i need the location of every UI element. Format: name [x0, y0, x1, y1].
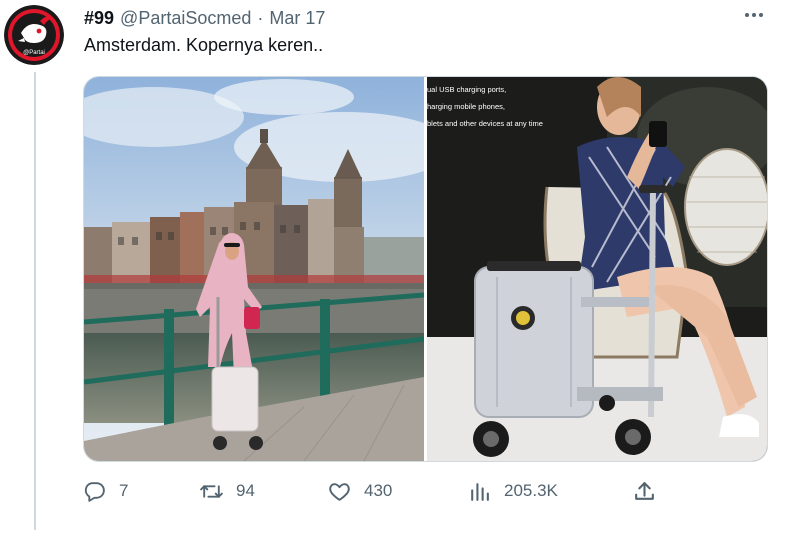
- photo-scooter-ad[interactable]: ual USB charging ports, harging mobile p…: [427, 77, 767, 461]
- like-icon: [329, 482, 350, 501]
- reply-icon: [84, 481, 105, 502]
- like-count: 430: [364, 481, 393, 500]
- thread-line: [34, 72, 36, 530]
- views-button[interactable]: 205.3K: [467, 476, 558, 506]
- retweet-button[interactable]: 94: [199, 476, 255, 506]
- avatar[interactable]: @Partai: [4, 5, 64, 65]
- separator-dot: ·: [257, 7, 264, 28]
- action-bar: 7 94 430 205.3K: [80, 476, 680, 506]
- tweet-date[interactable]: Mar 17: [269, 8, 325, 29]
- views-count: 205.3K: [504, 481, 558, 500]
- retweet-icon: [200, 484, 223, 498]
- tweet-text: Amsterdam. Kopernya keren..: [84, 35, 324, 55]
- avatar-label: @Partai: [23, 50, 45, 56]
- photo-amsterdam-image: [84, 77, 424, 461]
- ad-caption-line-1: ual USB charging ports,: [427, 85, 507, 94]
- retweet-count: 94: [236, 481, 255, 500]
- user-handle[interactable]: @PartaiSocmed: [120, 8, 251, 29]
- reply-button[interactable]: 7: [82, 476, 128, 506]
- share-button[interactable]: [632, 476, 657, 506]
- ad-caption-line-3: blets and other devices at any time: [427, 119, 543, 128]
- photo-amsterdam[interactable]: [84, 77, 424, 461]
- reply-count: 7: [119, 481, 129, 500]
- photo-scooter-ad-image: [427, 77, 767, 461]
- like-button[interactable]: 430: [327, 476, 392, 506]
- more-icon: [745, 13, 763, 17]
- ad-caption-line-2: harging mobile phones,: [427, 102, 505, 111]
- more-options-button[interactable]: [743, 4, 765, 26]
- media-grid: ual USB charging ports, harging mobile p…: [83, 76, 768, 462]
- avatar-logo: @Partai: [4, 5, 64, 65]
- display-name[interactable]: #99: [84, 8, 114, 29]
- share-icon: [635, 481, 654, 500]
- views-icon: [471, 482, 489, 501]
- tweet-header: #99 @PartaiSocmed · Mar 17: [84, 6, 771, 30]
